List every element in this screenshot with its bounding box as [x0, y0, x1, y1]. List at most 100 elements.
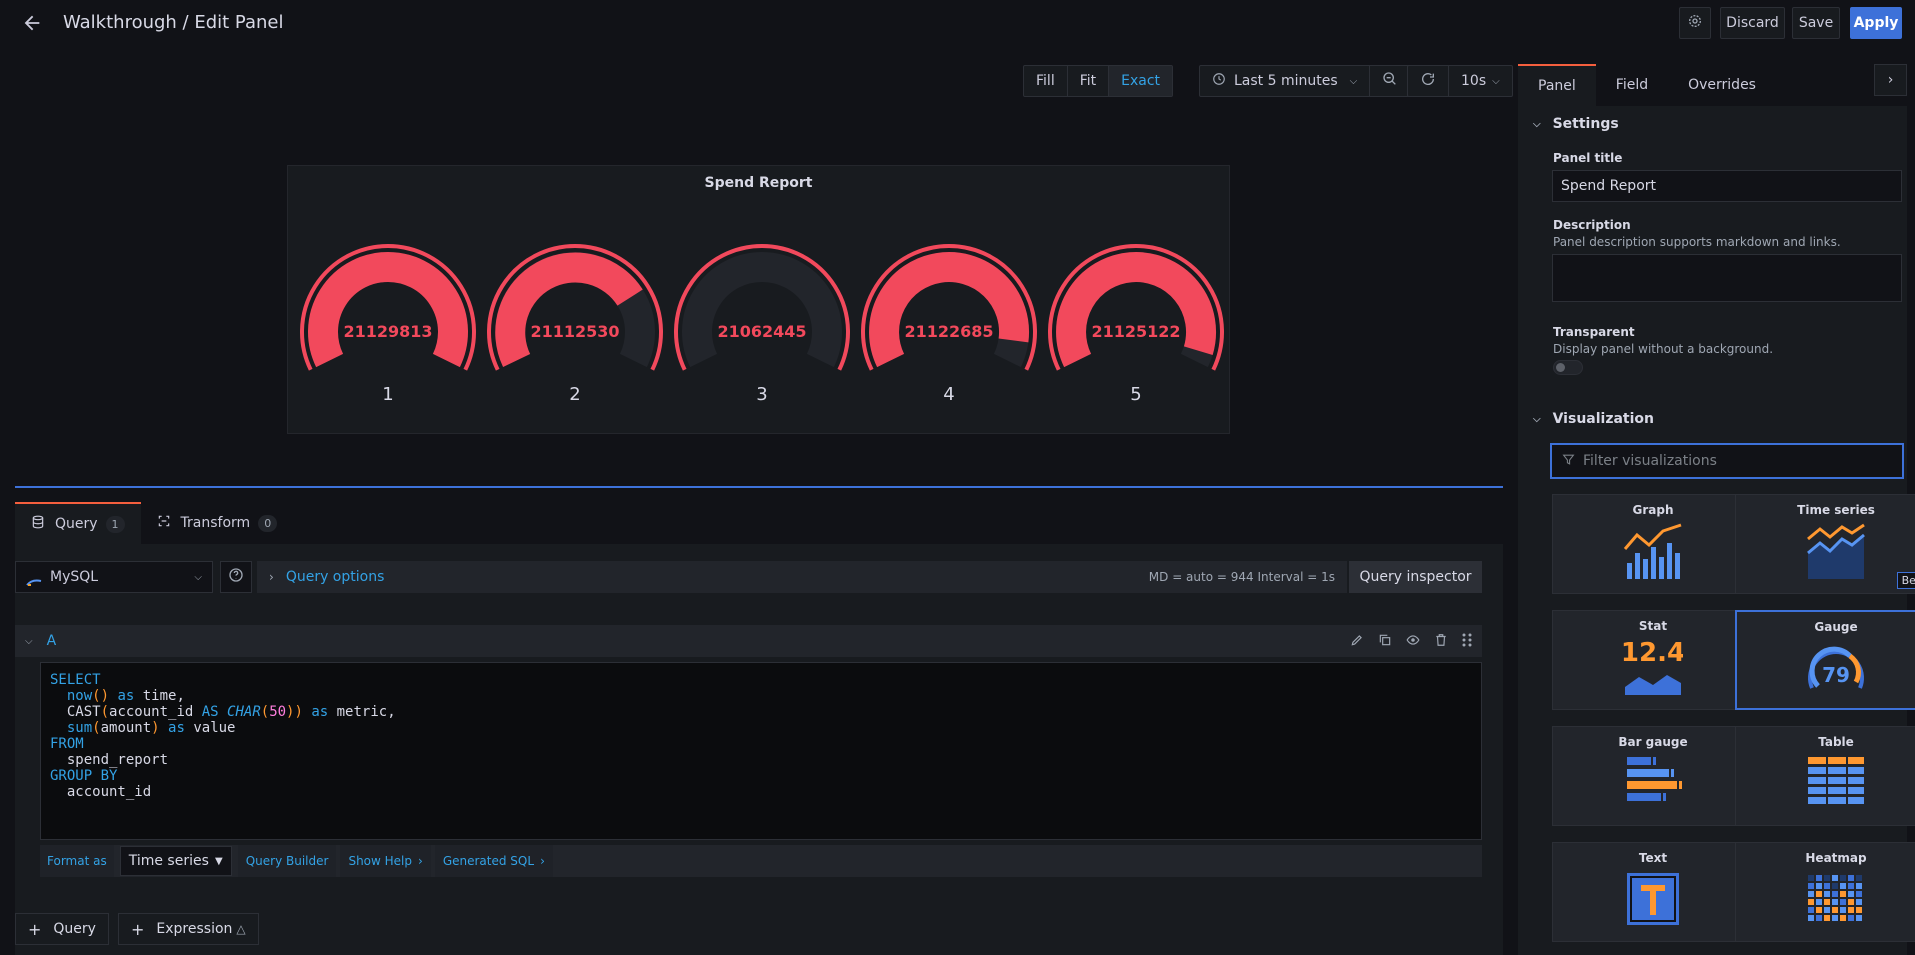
sql-code-editor[interactable]: SELECT now() as time, CAST(account_id AS… — [40, 662, 1482, 840]
add-expression-button[interactable]: + Expression △ — [118, 913, 259, 945]
gauge-icon: 79 — [1808, 646, 1864, 689]
tab-transform[interactable]: Transform 0 — [141, 502, 294, 544]
show-help-button[interactable]: Show Help › — [340, 845, 431, 877]
query-options-meta: MD = auto = 944 Interval = 1s — [1148, 570, 1335, 584]
gauge-label: 3 — [756, 384, 768, 405]
query-builder-button[interactable]: Query Builder — [237, 845, 337, 877]
viz-time-series[interactable]: Time series Beta — [1735, 494, 1915, 594]
time-range-picker[interactable]: Last 5 minutes ⌵ — [1200, 66, 1371, 96]
chevron-right-icon: › — [540, 854, 545, 868]
beta-badge: Beta — [1896, 572, 1915, 589]
refresh-icon — [1420, 71, 1436, 91]
datasource-help-button[interactable] — [220, 561, 252, 593]
chevron-right-icon: › — [269, 570, 274, 584]
pencil-icon[interactable] — [1350, 633, 1364, 651]
back-arrow-icon[interactable] — [18, 9, 46, 37]
query-options-bar[interactable]: › Query options MD = auto = 944 Interval… — [257, 561, 1347, 593]
viz-bar-gauge-label: Bar gauge — [1618, 735, 1688, 749]
format-select[interactable]: Time series ▼ — [119, 846, 232, 876]
collapse-pane-button[interactable]: › — [1874, 64, 1907, 96]
tab-query[interactable]: Query 1 — [15, 502, 141, 544]
refresh-button[interactable] — [1408, 66, 1449, 96]
tab-overrides[interactable]: Overrides — [1668, 64, 1776, 106]
zoom-out-icon — [1382, 71, 1398, 91]
drag-handle-icon[interactable] — [1462, 633, 1472, 651]
panel-resize-divider[interactable] — [15, 486, 1503, 488]
apply-button[interactable]: Apply — [1850, 7, 1902, 39]
gear-icon — [1687, 13, 1703, 33]
datasource-picker[interactable]: MySQL ⌵ — [15, 561, 213, 593]
zoom-out-button[interactable] — [1370, 66, 1410, 96]
visualization-section-header[interactable]: ⌵ Visualization — [1533, 411, 1654, 427]
trash-icon[interactable] — [1434, 633, 1448, 651]
copy-icon[interactable] — [1378, 633, 1392, 651]
text-icon — [1627, 873, 1679, 925]
viz-table[interactable]: Table — [1735, 726, 1915, 826]
eye-icon[interactable] — [1406, 633, 1420, 651]
viz-graph-label: Graph — [1632, 503, 1674, 517]
viz-graph[interactable]: Graph — [1552, 494, 1754, 594]
refresh-interval-picker[interactable]: 10s ⌵ — [1449, 66, 1512, 96]
database-icon — [31, 515, 45, 533]
settings-gear-button[interactable] — [1679, 7, 1711, 39]
chevron-down-icon[interactable]: ⌵ — [25, 636, 33, 647]
transparent-toggle[interactable] — [1553, 360, 1583, 375]
transparent-help: Display panel without a background. — [1553, 342, 1774, 356]
gauge-5: 21125122 5 — [1048, 244, 1224, 405]
fit-button[interactable]: Fit — [1068, 66, 1110, 96]
settings-section-header[interactable]: ⌵ Settings — [1533, 116, 1619, 132]
exact-button[interactable]: Exact — [1109, 66, 1173, 96]
viz-time-series-label: Time series — [1797, 503, 1875, 517]
panel-title-label: Panel title — [1553, 151, 1623, 165]
viz-stat[interactable]: Stat 12.4 — [1552, 610, 1754, 710]
query-ref-id[interactable]: A — [47, 633, 57, 649]
settings-heading: Settings — [1552, 116, 1619, 132]
format-as-label: Format as — [40, 845, 114, 877]
caret-down-icon: ▼ — [215, 855, 223, 867]
show-help-label: Show Help — [348, 854, 413, 868]
query-row-header[interactable]: ⌵ A — [15, 625, 1482, 657]
filter-visualizations-input[interactable]: Filter visualizations — [1550, 443, 1904, 479]
query-options-link[interactable]: Query options — [286, 569, 385, 585]
transform-count-badge: 0 — [258, 514, 278, 532]
save-button[interactable]: Save — [1792, 7, 1840, 39]
gauge-sample-value: 79 — [1822, 663, 1850, 687]
generated-sql-button[interactable]: Generated SQL › — [434, 845, 553, 877]
mysql-logo-icon — [26, 574, 42, 590]
stat-sample-value: 12.4 — [1623, 639, 1683, 668]
chevron-down-icon: ⌵ — [1492, 75, 1500, 87]
panel-title-input[interactable]: Spend Report — [1552, 170, 1902, 202]
viz-table-label: Table — [1818, 735, 1854, 749]
viz-gauge[interactable]: Gauge 79 — [1735, 610, 1915, 710]
fill-button[interactable]: Fill — [1024, 66, 1068, 96]
time-picker-group: Last 5 minutes ⌵ — [1199, 65, 1412, 97]
query-tabs: Query 1 Transform 0 — [15, 502, 293, 544]
description-textarea[interactable] — [1552, 254, 1902, 302]
gauge-1: 21129813 1 — [300, 244, 476, 405]
add-query-button[interactable]: + Query — [15, 913, 109, 945]
top-bar: Walkthrough / Edit Panel Discard Save Ap… — [0, 0, 1915, 46]
viz-heatmap[interactable]: Heatmap — [1735, 842, 1915, 942]
size-mode-group: Fill Fit Exact — [1023, 65, 1174, 97]
gauge-2: 21112530 2 — [487, 244, 663, 405]
tab-panel[interactable]: Panel — [1518, 64, 1596, 106]
transform-icon — [157, 514, 171, 532]
gauge-value: 21125122 — [1091, 322, 1181, 341]
gauge-value: 21112530 — [530, 322, 620, 341]
warning-icon: △ — [236, 922, 246, 936]
gauge-value: 21122685 — [904, 322, 994, 341]
stat-icon: 12.4 — [1623, 639, 1683, 695]
description-help: Panel description supports markdown and … — [1553, 235, 1841, 249]
discard-button[interactable]: Discard — [1720, 7, 1785, 39]
filter-icon — [1562, 453, 1575, 470]
gauge-value: 21062445 — [717, 322, 807, 341]
viz-bar-gauge[interactable]: Bar gauge — [1552, 726, 1754, 826]
query-inspector-button[interactable]: Query inspector — [1349, 561, 1482, 593]
refresh-interval-label: 10s — [1461, 73, 1487, 89]
viz-text[interactable]: Text — [1552, 842, 1754, 942]
tab-field[interactable]: Field — [1596, 64, 1668, 106]
chevron-down-icon: ⌵ — [194, 571, 202, 583]
tab-query-label: Query — [55, 516, 98, 532]
page-title: Walkthrough / Edit Panel — [63, 12, 284, 33]
gauge-label: 2 — [569, 384, 581, 405]
